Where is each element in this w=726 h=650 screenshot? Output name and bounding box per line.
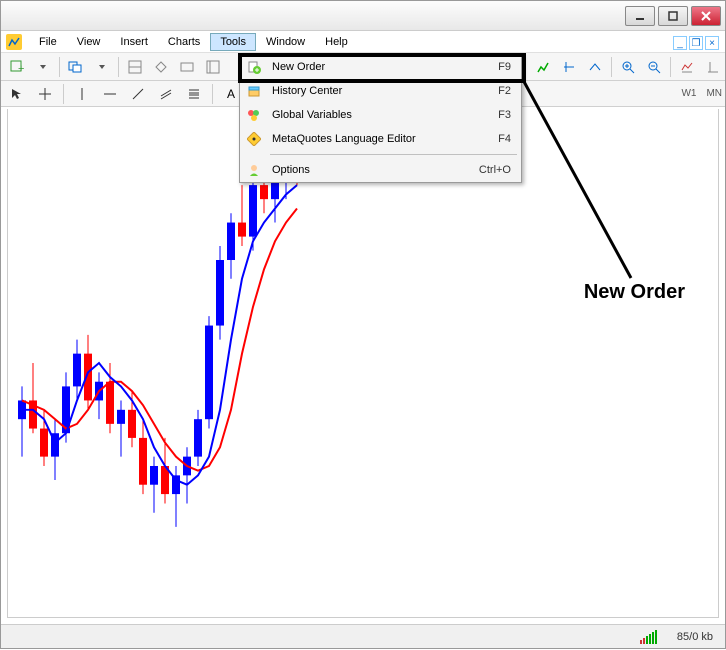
vertical-line-button[interactable] <box>70 83 94 105</box>
menubar: FileViewInsertChartsToolsWindowHelp <box>1 31 725 53</box>
options-icon <box>240 163 268 177</box>
menu-item-history-center[interactable]: History CenterF2 <box>240 79 521 103</box>
menu-item-shortcut: Ctrl+O <box>479 164 511 176</box>
cursor-button[interactable] <box>5 83 29 105</box>
menu-separator <box>270 154 517 155</box>
window-maximize-button[interactable] <box>658 6 688 26</box>
app-icon <box>5 33 23 51</box>
menu-item-global-variables[interactable]: Global VariablesF3 <box>240 103 521 127</box>
horizontal-line-button[interactable] <box>98 83 122 105</box>
separator <box>118 57 119 77</box>
annotation-label: New Order <box>584 281 685 304</box>
shift-chart-button[interactable] <box>557 56 581 78</box>
window-titlebar <box>1 1 725 31</box>
history-icon <box>240 84 268 98</box>
menu-item-label: New Order <box>268 61 498 73</box>
menu-item-label: History Center <box>268 85 498 97</box>
tools-menu-dropdown: New OrderF9History CenterF2Global Variab… <box>239 54 522 183</box>
svg-text:+: + <box>18 63 24 75</box>
connection-signal-icon <box>640 630 657 644</box>
menu-item-shortcut: F9 <box>498 61 511 73</box>
statusbar: 85/0 kb <box>1 624 725 648</box>
menu-item-shortcut: F3 <box>498 109 511 121</box>
timeframe-mn-button[interactable]: MN <box>703 88 725 99</box>
zoom-in-button[interactable] <box>616 56 640 78</box>
menu-tools[interactable]: Tools <box>210 33 256 51</box>
crosshair-button[interactable] <box>33 83 57 105</box>
mql-icon <box>240 132 268 146</box>
menu-item-shortcut: F4 <box>498 133 511 145</box>
menu-charts[interactable]: Charts <box>158 33 210 51</box>
menu-file[interactable]: File <box>29 33 67 51</box>
channel-button[interactable] <box>154 83 178 105</box>
separator <box>611 57 612 77</box>
autotrading-button[interactable] <box>531 56 555 78</box>
indicator-button[interactable] <box>675 56 699 78</box>
separator <box>59 57 60 77</box>
menu-insert[interactable]: Insert <box>110 33 158 51</box>
menu-item-label: MetaQuotes Language Editor <box>268 133 498 145</box>
dropdown-arrow-icon[interactable] <box>90 56 114 78</box>
menu-item-shortcut: F2 <box>498 85 511 97</box>
menu-item-label: Options <box>268 164 479 176</box>
zoom-out-button[interactable] <box>642 56 666 78</box>
menu-item-metaquotes-language-editor[interactable]: MetaQuotes Language EditorF4 <box>240 127 521 151</box>
terminal-button[interactable] <box>175 56 199 78</box>
menu-window[interactable]: Window <box>256 33 315 51</box>
mdi-controls: _ ❐ × <box>673 36 719 50</box>
profiles-button[interactable] <box>64 56 88 78</box>
window-minimize-button[interactable] <box>625 6 655 26</box>
fibonacci-button[interactable] <box>182 83 206 105</box>
menu-item-options[interactable]: OptionsCtrl+O <box>240 158 521 182</box>
timeframe-w1-button[interactable]: W1 <box>678 88 699 99</box>
strategy-tester-button[interactable] <box>201 56 225 78</box>
window-close-button[interactable] <box>691 6 721 26</box>
menu-item-label: Global Variables <box>268 109 498 121</box>
separator <box>63 84 64 104</box>
separator <box>212 84 213 104</box>
navigator-button[interactable] <box>149 56 173 78</box>
globals-icon <box>240 108 268 122</box>
menu-view[interactable]: View <box>67 33 111 51</box>
mdi-restore-button[interactable]: ❐ <box>689 36 703 50</box>
new-chart-button[interactable]: + <box>5 56 29 78</box>
menu-help[interactable]: Help <box>315 33 358 51</box>
traffic-label: 85/0 kb <box>677 631 713 643</box>
mdi-minimize-button[interactable]: _ <box>673 36 687 50</box>
new-order-icon <box>240 60 268 74</box>
period-button[interactable] <box>701 56 725 78</box>
dropdown-arrow-icon[interactable] <box>31 56 55 78</box>
mdi-close-button[interactable]: × <box>705 36 719 50</box>
trendline-button[interactable] <box>126 83 150 105</box>
price-chart <box>8 109 718 617</box>
chart-autoscroll-button[interactable] <box>583 56 607 78</box>
separator <box>670 57 671 77</box>
chart-area[interactable] <box>7 109 719 618</box>
menu-item-new-order[interactable]: New OrderF9 <box>240 55 521 79</box>
market-watch-button[interactable] <box>123 56 147 78</box>
